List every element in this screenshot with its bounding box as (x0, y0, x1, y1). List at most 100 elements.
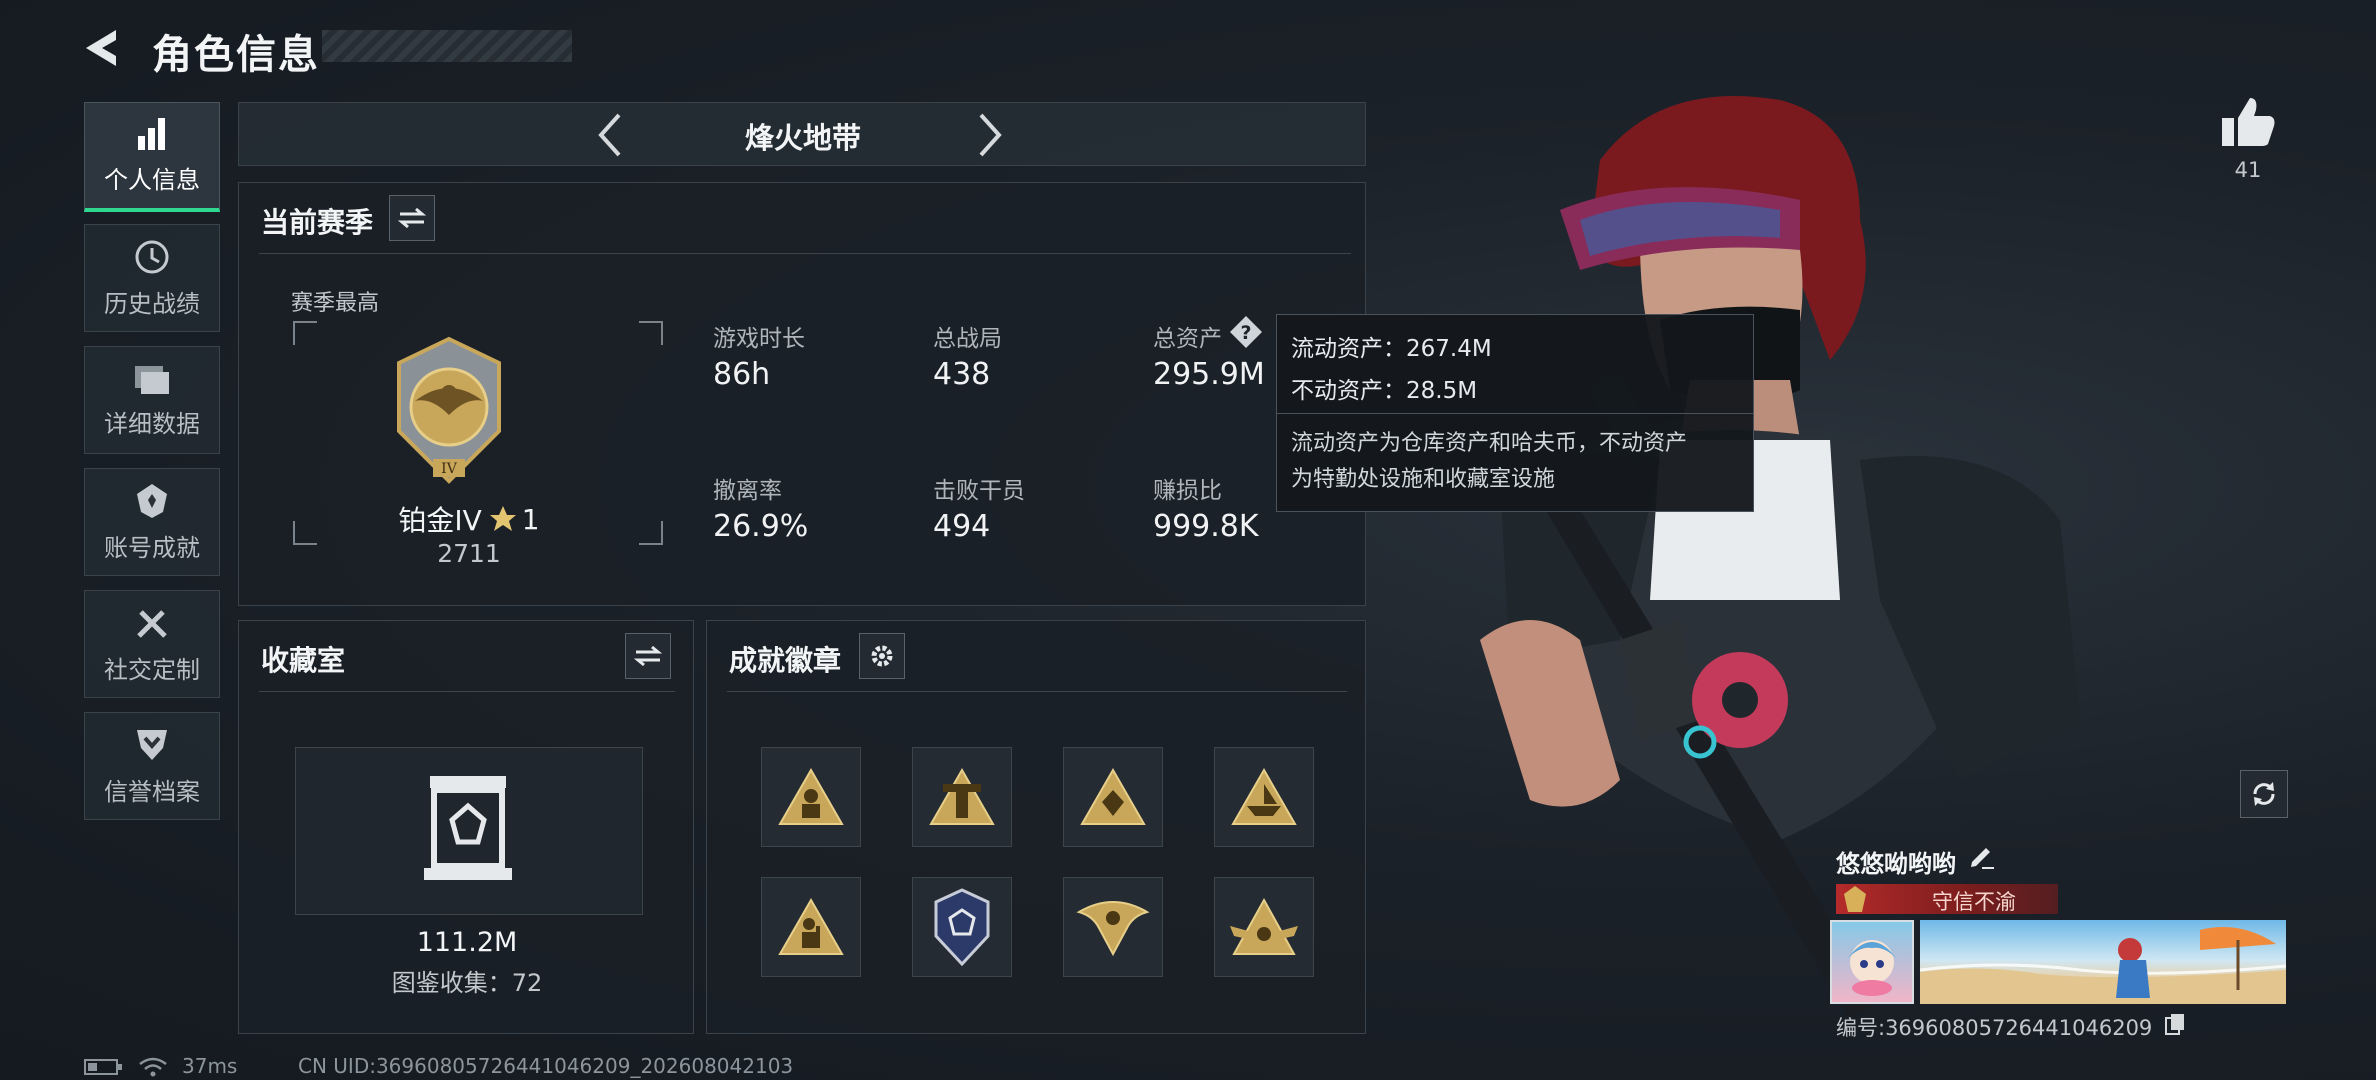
sidebar-item-credit[interactable]: 信誉档案 (84, 712, 220, 820)
badge-eagle-icon (1076, 901, 1150, 957)
achievement-badge-2[interactable] (912, 747, 1012, 847)
stat-value-total-matches: 438 (933, 357, 991, 392)
badge-triangle-wings-icon (1230, 897, 1298, 955)
sidebar-item-achievements[interactable]: 账号成就 (84, 468, 220, 576)
collection-title: 收藏室 (261, 644, 346, 677)
stat-label-profit-ratio: 赚损比 (1153, 478, 1222, 504)
sidebar-item-label: 社交定制 (104, 655, 200, 684)
gear-icon (871, 645, 893, 667)
collection-display[interactable] (295, 747, 643, 915)
player-title-text: 守信不渝 (1932, 890, 2016, 914)
badge-shield-blue-icon (934, 888, 990, 966)
player-name: 悠悠呦哟哟 (1836, 850, 1956, 878)
sidebar-item-label: 历史战绩 (104, 289, 200, 318)
player-card: 悠悠呦哟哟 守信不渝 编号:369608057264410462​09 (1828, 836, 2288, 1046)
title-emblem-icon (1844, 886, 1866, 912)
achievement-badge-3[interactable] (1063, 747, 1163, 847)
sidebar-item-label: 详细数据 (104, 409, 200, 438)
frame-corner (293, 321, 317, 345)
achievement-badge-7[interactable] (1063, 877, 1163, 977)
like-count: 41 (2234, 158, 2262, 182)
tooltip-desc-line2: 为特勤处设施和收藏室设施 (1291, 467, 1556, 492)
stat-value-profit-ratio: 999.8K (1153, 509, 1259, 544)
question-icon: ? (1230, 316, 1262, 348)
sidebar-item-label: 账号成就 (104, 533, 200, 562)
badge-triangle-soldier-icon (778, 897, 844, 955)
chevron-right-icon (979, 113, 1002, 157)
swap-icon (634, 645, 662, 667)
season-switch-button[interactable] (389, 195, 435, 241)
credit-shield-icon (137, 729, 167, 760)
folder-icon (135, 365, 169, 394)
stat-label-extraction-rate: 撤离率 (713, 478, 782, 504)
collection-value: 111.2M (416, 927, 518, 958)
stat-label-total-matches: 总战局 (933, 326, 1002, 352)
sidebar-item-history[interactable]: 历史战绩 (84, 224, 220, 332)
history-clock-icon (135, 240, 169, 273)
refresh-icon (2253, 782, 2275, 806)
refresh-button[interactable] (2240, 770, 2288, 818)
copy-id-button[interactable] (2164, 1012, 2190, 1038)
battery-icon (84, 1059, 122, 1075)
collection-panel: 收藏室 111.2M 图鉴收集：72 (238, 620, 694, 1034)
sidebar-item-personal-info[interactable]: 个人信息 (84, 102, 220, 212)
stat-value-kills: 494 (933, 509, 991, 544)
achievement-badge-5[interactable] (761, 877, 861, 977)
frame-corner (639, 521, 663, 545)
thumbs-up-icon (2222, 98, 2275, 146)
sidebar-item-label: 信誉档案 (104, 777, 200, 806)
swap-icon (398, 207, 426, 229)
rank-name-row: 铂金IV 1 (389, 499, 549, 539)
rank-name: 铂金IV (398, 504, 482, 537)
edit-name-button[interactable] (1968, 842, 2002, 874)
stat-label-playtime: 游戏时长 (713, 326, 805, 352)
achievements-panel: 成就徽章 (706, 620, 1366, 1034)
prev-mode-button[interactable] (591, 111, 631, 159)
rank-stars: 1 (521, 502, 540, 536)
season-peak-label: 赛季最高 (291, 291, 380, 316)
stat-value-extraction-rate: 26.9% (713, 509, 809, 544)
achievement-badge-4[interactable] (1214, 747, 1314, 847)
achievement-badge-1[interactable] (761, 747, 861, 847)
stat-value-total-assets: 295.9M (1153, 357, 1265, 392)
stat-value-playtime: 86h (713, 357, 771, 392)
bar-chart-icon (138, 118, 165, 150)
divider (259, 253, 1351, 254)
assets-help-button[interactable]: ? (1229, 315, 1263, 349)
achievement-badge-8[interactable] (1214, 877, 1314, 977)
avatar-character-icon (1848, 940, 1896, 996)
divider (727, 691, 1347, 692)
achievement-icon (137, 483, 167, 518)
season-title: 当前赛季 (261, 206, 374, 239)
assets-tooltip: 流动资产：267.4M 不动资产：28.5M 流动资产为仓库资产和哈夫币，不动资… (1276, 314, 1754, 512)
player-id: 编号:369608057264410462​09 (1836, 1016, 2153, 1040)
sidebar-item-label: 个人信息 (104, 166, 200, 194)
season-panel: 当前赛季 赛季最高 IV 铂金IV 1 2711 游戏时长 86h 总战局 43… (238, 182, 1366, 606)
sidebar-item-details[interactable]: 详细数据 (84, 346, 220, 454)
divider (1277, 413, 1753, 414)
svg-text:IV: IV (441, 461, 458, 477)
like-button[interactable]: 41 (2216, 96, 2280, 192)
player-title-tag: 守信不渝 (1836, 884, 2058, 914)
status-bar: 37ms CN UID:369608057264410462​09_202608… (84, 1054, 984, 1078)
tools-icon (137, 609, 167, 638)
badge-triangle-gem-icon (1080, 767, 1146, 825)
player-banner[interactable] (1920, 920, 2286, 1004)
pencil-icon (1971, 848, 1994, 869)
collection-switch-button[interactable] (625, 633, 671, 679)
header: 角色信息 (60, 18, 572, 78)
achievements-settings-button[interactable] (859, 633, 905, 679)
rank-score: 2711 (437, 539, 501, 568)
next-mode-button[interactable] (969, 111, 1009, 159)
display-case-icon (424, 776, 512, 880)
collection-count: 图鉴收集：72 (391, 969, 543, 997)
back-button[interactable] (80, 24, 130, 72)
svg-text:?: ? (1240, 322, 1251, 344)
achievement-badge-6[interactable] (912, 877, 1012, 977)
sidebar-item-social[interactable]: 社交定制 (84, 590, 220, 698)
badge-triangle-ship-icon (1231, 767, 1297, 825)
player-avatar[interactable] (1830, 920, 1914, 1004)
stat-label-total-assets: 总资产 (1153, 326, 1222, 352)
back-arrow-icon (86, 30, 116, 66)
divider (259, 691, 675, 692)
